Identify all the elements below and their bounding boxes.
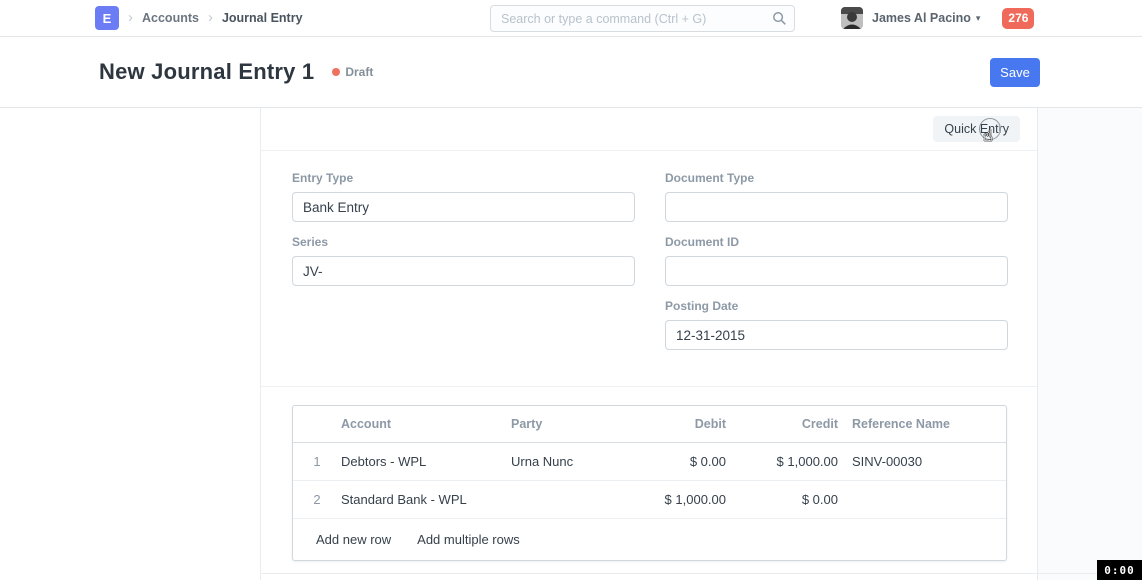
grid-header-account: Account xyxy=(341,417,511,431)
party-cell[interactable]: Urna Nunc xyxy=(511,454,631,469)
page-title: New Journal Entry 1 xyxy=(99,59,314,85)
grid-header-credit: Credit xyxy=(726,417,838,431)
account-cell[interactable]: Standard Bank - WPL xyxy=(341,492,511,507)
document-type-label: Document Type xyxy=(665,171,1008,185)
notification-count-badge[interactable]: 276 xyxy=(1002,8,1034,29)
grid-header-party: Party xyxy=(511,417,631,431)
row-index[interactable]: 1 xyxy=(293,454,341,469)
debit-cell[interactable]: $ 0.00 xyxy=(631,454,726,469)
entry-type-field: Entry Type xyxy=(292,171,635,222)
grid-header-debit: Debit xyxy=(631,417,726,431)
right-margin-panel xyxy=(1037,108,1142,580)
app-logo[interactable]: E xyxy=(95,6,119,30)
search-input[interactable] xyxy=(490,5,795,32)
status-indicator: Draft xyxy=(332,65,373,79)
document-type-field: Document Type xyxy=(665,171,1008,222)
accounting-entries-section: Account Party Debit Credit Reference Nam… xyxy=(261,387,1037,561)
journal-entry-page: E › Accounts › Journal Entry xyxy=(0,0,1142,580)
navbar: E › Accounts › Journal Entry xyxy=(0,0,1142,37)
left-margin-panel xyxy=(0,108,261,580)
add-new-row-button[interactable]: Add new row xyxy=(316,532,391,547)
grid-header-reference-name: Reference Name xyxy=(838,417,1006,431)
reference-name-cell[interactable]: SINV-00030 xyxy=(838,454,1006,469)
entry-type-label: Entry Type xyxy=(292,171,635,185)
series-input[interactable] xyxy=(292,256,635,286)
add-multiple-rows-button[interactable]: Add multiple rows xyxy=(417,532,520,547)
grid-header-row: Account Party Debit Credit Reference Nam… xyxy=(293,406,1006,443)
user-name[interactable]: James Al Pacino xyxy=(872,11,971,25)
breadcrumb-journal-entry[interactable]: Journal Entry xyxy=(222,11,303,25)
app-logo-letter: E xyxy=(103,11,112,26)
chevron-down-icon: ▾ xyxy=(976,13,981,24)
row-index[interactable]: 2 xyxy=(293,492,341,507)
form-toolbar: Quick Entry xyxy=(261,108,1037,151)
search-icon[interactable] xyxy=(772,11,787,26)
account-cell[interactable]: Debtors - WPL xyxy=(341,454,511,469)
form-column-left: Entry Type Series xyxy=(292,171,635,363)
table-row[interactable]: 1 Debtors - WPL Urna Nunc $ 0.00 $ 1,000… xyxy=(293,443,1006,481)
user-avatar[interactable] xyxy=(841,7,863,29)
debit-cell[interactable]: $ 1,000.00 xyxy=(631,492,726,507)
entries-grid: Account Party Debit Credit Reference Nam… xyxy=(292,405,1007,561)
document-id-input[interactable] xyxy=(665,256,1008,286)
form-area: Quick Entry Entry Type Series Document T… xyxy=(261,108,1037,580)
document-id-field: Document ID xyxy=(665,235,1008,286)
grid-footer: Add new row Add multiple rows xyxy=(293,519,1006,560)
series-field: Series xyxy=(292,235,635,286)
credit-cell[interactable]: $ 0.00 xyxy=(726,492,838,507)
document-id-label: Document ID xyxy=(665,235,1008,249)
document-type-input[interactable] xyxy=(665,192,1008,222)
recording-timer: 0:00 xyxy=(1097,560,1142,580)
entry-type-input[interactable] xyxy=(292,192,635,222)
section-divider xyxy=(261,573,1142,574)
posting-date-label: Posting Date xyxy=(665,299,1008,313)
save-button[interactable]: Save xyxy=(990,58,1040,87)
credit-cell[interactable]: $ 1,000.00 xyxy=(726,454,838,469)
global-search xyxy=(490,5,795,32)
draft-status-dot xyxy=(332,68,340,76)
avatar-image xyxy=(841,7,863,29)
table-row[interactable]: 2 Standard Bank - WPL $ 1,000.00 $ 0.00 xyxy=(293,481,1006,519)
chevron-right-icon: › xyxy=(128,10,133,27)
breadcrumb-accounts[interactable]: Accounts xyxy=(142,11,199,25)
chevron-right-icon: › xyxy=(208,10,213,27)
title-area: New Journal Entry 1 Draft xyxy=(99,37,373,107)
status-badge: Draft xyxy=(345,65,373,79)
form-fields-section: Entry Type Series Document Type Document… xyxy=(261,151,1037,387)
quick-entry-button[interactable]: Quick Entry xyxy=(933,116,1020,142)
breadcrumb: E › Accounts › Journal Entry xyxy=(95,0,303,36)
form-column-right: Document Type Document ID Posting Date xyxy=(665,171,1008,363)
series-label: Series xyxy=(292,235,635,249)
page-header: New Journal Entry 1 Draft Save xyxy=(0,37,1142,108)
posting-date-field: Posting Date xyxy=(665,299,1008,350)
posting-date-input[interactable] xyxy=(665,320,1008,350)
navbar-user-area: James Al Pacino ▾ 276 xyxy=(841,0,1034,36)
